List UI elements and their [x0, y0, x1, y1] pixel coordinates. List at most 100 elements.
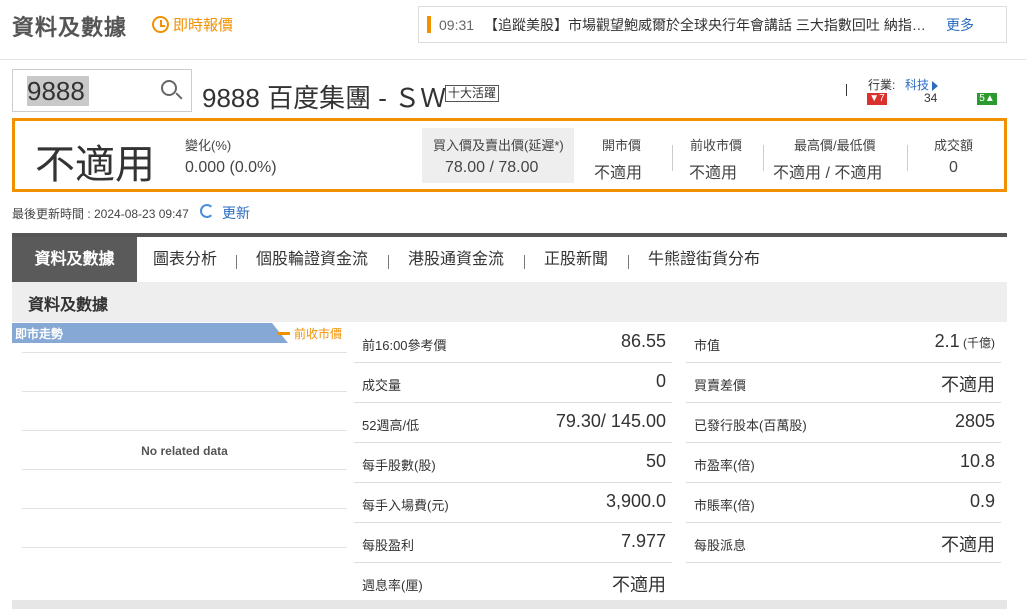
stat-row: 成交量 0: [354, 363, 672, 403]
change-label: 變化(%): [185, 138, 232, 153]
stat-label: 市盈率(倍): [694, 458, 755, 473]
stat-value: 2.1 (千億): [934, 331, 995, 351]
quote-separator: [672, 145, 673, 171]
stat-row: 每股派息 不適用: [686, 523, 1001, 563]
stat-label: 已發行股本(百萬股): [694, 418, 807, 433]
no-data-message: No related data: [141, 444, 228, 458]
stat-unit: (千億): [959, 336, 995, 350]
industry-label: 行業:: [868, 78, 896, 92]
news-ticker[interactable]: 09:31 【追蹤美股】市場觀望鮑威爾於全球央行年會講話 三大指數回吐 納指… …: [418, 6, 1007, 43]
intraday-chart-area: No related data: [22, 352, 347, 548]
stat-value: 不適用: [612, 575, 666, 595]
stat-label: 成交量: [362, 378, 402, 393]
tab-bar: 資料及數據 圖表分析 個股輪證資金流 港股通資金流 正股新聞 牛熊證街貨分布: [12, 233, 1007, 282]
tab-data[interactable]: 資料及數據: [12, 237, 137, 282]
ticker-headline[interactable]: 【追蹤美股】市場觀望鮑威爾於全球央行年會講話 三大指數回吐 納指…: [484, 15, 938, 35]
top10-active-badge: 十大活躍: [445, 85, 500, 102]
industry-divider: [846, 84, 847, 96]
stat-label: 52週高/低: [362, 418, 420, 433]
industry-value: 科技: [905, 78, 930, 92]
tab-separator: [236, 255, 237, 269]
stat-row: 市盈率(倍) 10.8: [686, 443, 1001, 483]
open-value: 不適用: [594, 165, 643, 182]
stat-row: 每手入場費(元) 3,900.0: [354, 483, 672, 523]
bottom-bar: [12, 600, 1007, 609]
quote-separator: [907, 145, 908, 171]
bid-ask-value: 78.00 / 78.00: [445, 159, 539, 176]
chart-grid-line: [22, 469, 347, 470]
stat-value: 不適用: [941, 375, 995, 395]
industry-down-count: ▼7: [867, 93, 887, 105]
tab-stock-news[interactable]: 正股新聞: [544, 237, 608, 282]
refresh-button[interactable]: 更新: [222, 203, 250, 223]
industry-flat-count: 34: [924, 91, 938, 105]
ticker-more-link[interactable]: 更多: [946, 15, 974, 35]
page-title: 資料及數據: [12, 15, 128, 40]
stat-label: 前16:00參考價: [362, 338, 447, 353]
stat-value: 86.55: [620, 331, 666, 351]
stat-label: 每股派息: [694, 538, 747, 553]
prev-close-value: 不適用: [689, 165, 738, 182]
chart-grid-line: [22, 430, 347, 431]
stat-label: 週息率(厘): [362, 578, 423, 593]
stat-value: 7.977: [620, 531, 666, 551]
industry-up-count: 5▲: [977, 93, 997, 105]
stat-label: 市賬率(倍): [694, 498, 755, 513]
section-header: 資料及數據: [12, 282, 1007, 322]
ticker-accent-bar: [427, 16, 431, 33]
bid-ask-label: 買入價及賣出價(延遲*): [433, 138, 564, 153]
stat-row: 前16:00參考價 86.55: [354, 323, 672, 363]
high-low-label: 最高價/最低價: [794, 138, 876, 153]
stat-value: 2805: [954, 411, 995, 431]
refresh-icon[interactable]: [200, 204, 214, 218]
legend-dash-icon: [278, 332, 290, 335]
search-icon[interactable]: [161, 80, 177, 96]
stat-row: 52週高/低 79.30/ 145.00: [354, 403, 672, 443]
stat-value: 0.9: [969, 491, 995, 511]
realtime-quote-link[interactable]: 即時報價: [152, 14, 233, 35]
stock-search-input[interactable]: [27, 76, 147, 106]
intraday-chart-title: 即市走勢: [15, 327, 64, 341]
chart-grid-line: [22, 508, 347, 509]
prev-close-legend: 前收市價: [278, 325, 342, 342]
play-right-icon: [932, 80, 939, 91]
clock-icon: [152, 16, 169, 33]
stat-label: 每股盈利: [362, 538, 415, 553]
stat-value: 10.8: [959, 451, 995, 471]
prev-close-label: 前收市價: [690, 138, 743, 153]
stat-label: 每手股數(股): [362, 458, 436, 473]
change-value: 0.000 (0.0%): [185, 159, 277, 176]
stat-row: 市賬率(倍) 0.9: [686, 483, 1001, 523]
tab-separator: [628, 255, 629, 269]
legend-label: 前收市價: [294, 327, 343, 341]
chart-grid-line: [22, 352, 347, 353]
quote-panel: 不適用 變化(%) 0.000 (0.0%) 買入價及賣出價(延遲*) 78.0…: [12, 118, 1007, 192]
tab-chart-analysis[interactable]: 圖表分析: [153, 237, 217, 282]
ticker-time: 09:31: [439, 16, 475, 33]
section-title: 資料及數據: [28, 297, 109, 314]
tab-warrant-fund-flow[interactable]: 個股輪證資金流: [256, 237, 368, 282]
stat-value: 不適用: [941, 535, 995, 555]
tab-separator: [524, 255, 525, 269]
chart-grid-line: [22, 547, 347, 548]
stat-label: 市值: [694, 338, 721, 353]
tab-southbound-fund-flow[interactable]: 港股通資金流: [408, 237, 504, 282]
stat-row: 每手股數(股) 50: [354, 443, 672, 483]
stock-name: 9888 百度集團 - ＳＷ: [202, 83, 447, 113]
high-low-value: 不適用 / 不適用: [773, 165, 883, 182]
tab-cbbc-distribution[interactable]: 牛熊證街貨分布: [648, 237, 760, 282]
quote-separator: [763, 145, 764, 171]
stat-row: 週息率(厘) 不適用: [354, 563, 672, 603]
tab-separator: [388, 255, 389, 269]
chart-grid-line: [22, 391, 347, 392]
open-label: 開市價: [602, 138, 642, 153]
realtime-quote-label: 即時報價: [173, 17, 234, 34]
stat-label: 每手入場費(元): [362, 498, 449, 513]
last-price: 不適用: [35, 143, 155, 187]
stat-row: 買賣差價 不適用: [686, 363, 1001, 403]
turnover-label: 成交額: [934, 138, 974, 153]
stat-value: 0: [655, 371, 666, 391]
stat-value: 79.30/ 145.00: [555, 411, 666, 431]
turnover-value: 0: [949, 159, 958, 176]
header-divider: [0, 59, 1026, 60]
